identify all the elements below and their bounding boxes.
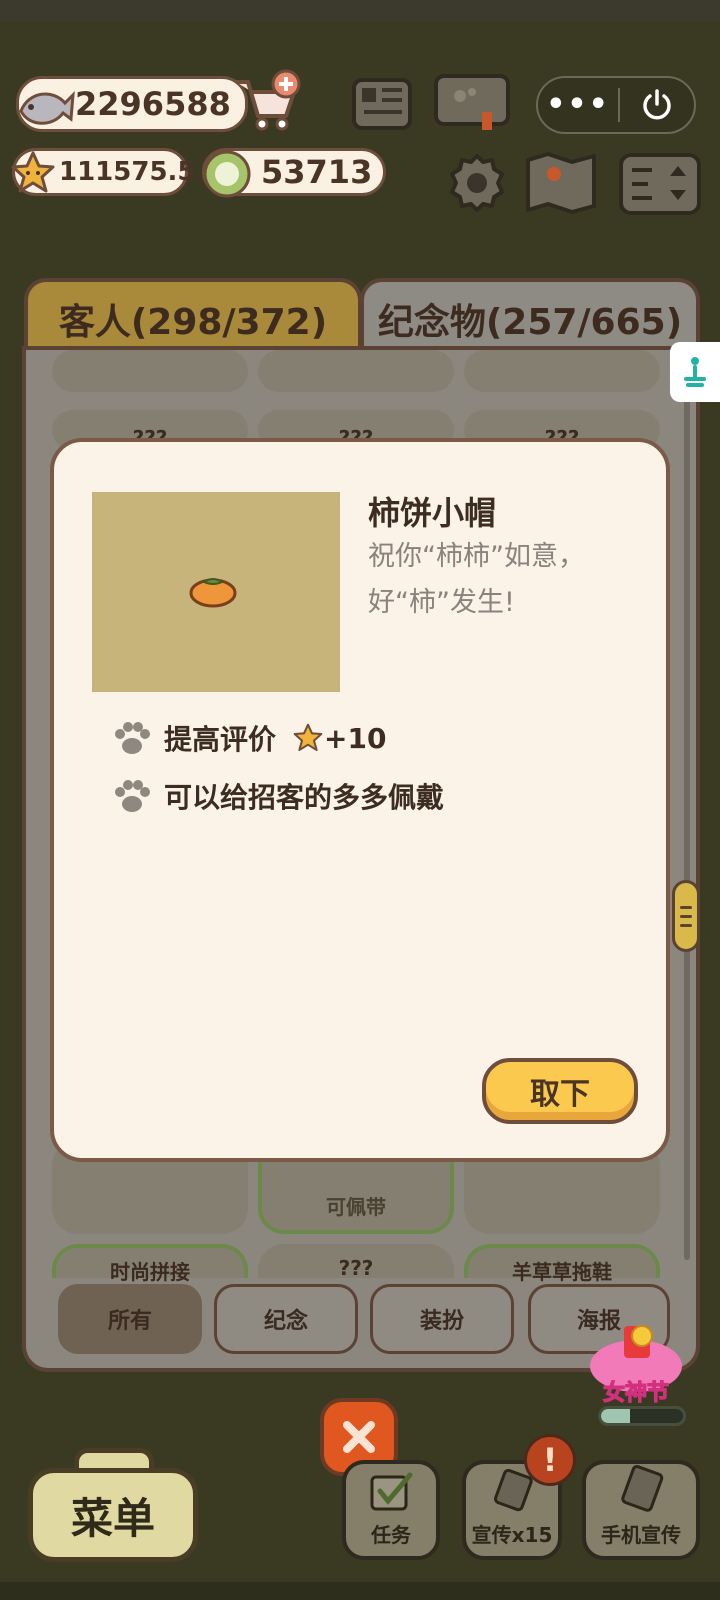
flyer-icon	[493, 1469, 533, 1512]
star-icon	[293, 723, 323, 751]
rating-bonus: +10	[292, 722, 386, 755]
coin-value: 53713	[261, 153, 373, 191]
star-counter: 111575.5	[11, 148, 196, 196]
grid-cell[interactable]	[52, 350, 248, 392]
scrollbar-handle[interactable]	[672, 880, 700, 952]
close-icon	[343, 1421, 375, 1453]
fish-value: 2296588	[75, 85, 231, 123]
persimmon-cake-hat-icon	[189, 578, 237, 608]
event-progress-bar	[598, 1406, 686, 1426]
scrollbar-track[interactable]	[684, 400, 690, 1260]
fish-counter: 2296588	[16, 76, 248, 132]
remove-button[interactable]: 取下	[482, 1058, 638, 1124]
item-title: 柿饼小帽	[368, 494, 497, 532]
feature-wearable: 可以给招客的多多佩戴	[112, 776, 444, 816]
feature-rating: 提高评价 +10	[112, 718, 386, 758]
coin-counter: 53713	[202, 148, 386, 198]
star-icon	[11, 151, 55, 193]
event-label: 女神节	[603, 1380, 669, 1406]
menu-button[interactable]: 菜单	[28, 1468, 198, 1562]
filter-souvenir[interactable]: 纪念	[214, 1284, 358, 1354]
album-book-icon[interactable]	[432, 70, 512, 132]
accessibility-icon	[684, 357, 706, 387]
mini-program-capsule: •••	[536, 76, 696, 134]
item-detail-dialog: 柿饼小帽 祝你“柿柿”如意， 好“柿”发生! 提高评价 +10 可以给招客的多多…	[50, 438, 670, 1162]
checklist-icon	[370, 1472, 413, 1511]
more-options-button[interactable]: •••	[538, 90, 618, 120]
shop-cart-icon[interactable]	[232, 68, 302, 134]
settings-gear-icon[interactable]	[446, 152, 508, 214]
filter-all[interactable]: 所有	[58, 1284, 202, 1354]
side-float-button[interactable]	[670, 342, 720, 402]
grid-cell[interactable]	[464, 350, 660, 392]
notebook-icon[interactable]	[350, 76, 414, 132]
power-icon	[643, 89, 671, 120]
event-progress-fill	[601, 1409, 630, 1423]
notification-badge: !	[524, 1434, 576, 1486]
phone-flyer-icon	[621, 1465, 664, 1512]
fish-icon	[19, 91, 75, 125]
tasks-button[interactable]: 任务	[342, 1460, 440, 1560]
status-bar	[0, 0, 720, 22]
phone-promote-button[interactable]: 手机宣传	[582, 1460, 700, 1560]
tab-guests[interactable]: 客人(298/372)	[24, 278, 362, 356]
item-thumbnail	[92, 492, 340, 692]
tab-souvenirs[interactable]: 纪念物(257/665)	[360, 278, 700, 356]
grid-cell-unknown[interactable]: ???	[258, 1244, 454, 1280]
grid-cell-slippers[interactable]: 羊草草拖鞋	[464, 1244, 660, 1284]
grid-cell-fashion[interactable]: 时尚拼接	[52, 1244, 248, 1284]
paw-icon	[115, 780, 150, 812]
map-icon[interactable]	[524, 150, 598, 216]
paw-icon	[115, 722, 150, 754]
grid-cell[interactable]	[258, 350, 454, 392]
bottom-edge	[0, 1582, 720, 1600]
filter-dressup[interactable]: 装扮	[370, 1284, 514, 1354]
coin-icon	[203, 150, 251, 198]
sort-toggle-icon[interactable]	[618, 152, 702, 216]
goddess-festival-event-icon[interactable]: 女神节	[584, 1316, 688, 1406]
exit-button[interactable]	[620, 88, 694, 122]
item-description: 祝你“柿柿”如意， 好“柿”发生!	[368, 541, 585, 618]
star-value: 111575.5	[59, 157, 196, 187]
